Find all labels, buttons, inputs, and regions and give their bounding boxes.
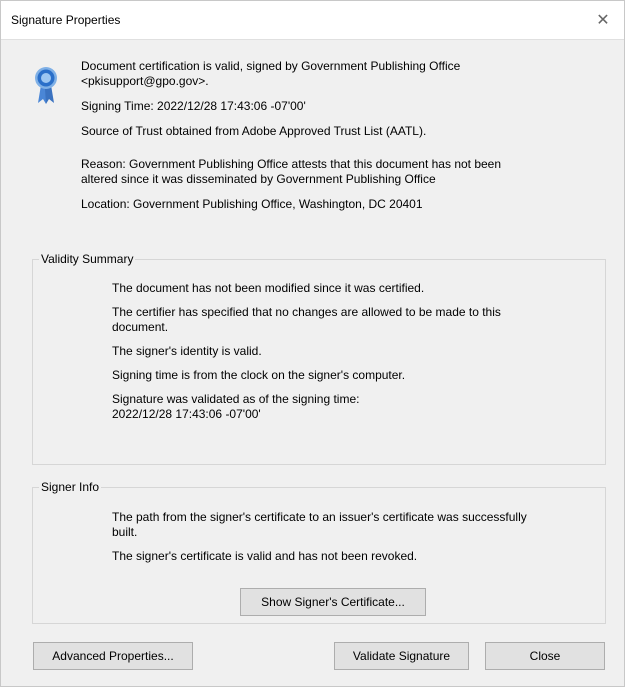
cert-status-line1: Document certification is valid, signed …	[81, 59, 461, 73]
validity-summary-label: Validity Summary	[39, 252, 136, 267]
no-changes-line1: The certifier has specified that no chan…	[112, 305, 501, 319]
signature-properties-dialog: Signature Properties ✕ Document certific…	[0, 0, 625, 687]
no-changes-line2: document.	[112, 320, 169, 334]
location: Location: Government Publishing Office, …	[81, 197, 423, 211]
close-icon[interactable]: ✕	[588, 5, 618, 35]
advanced-properties-button[interactable]: Advanced Properties...	[33, 642, 193, 670]
identity-valid-text: The signer's identity is valid.	[112, 344, 262, 358]
signing-clock-text: Signing time is from the clock on the si…	[112, 368, 406, 382]
trust-source: Source of Trust obtained from Adobe Appr…	[81, 124, 427, 138]
signer-info-group: Signer Info The path from the signer's c…	[32, 480, 606, 624]
close-button[interactable]: Close	[485, 642, 605, 670]
cert-valid-text: The signer's certificate is valid and ha…	[112, 549, 418, 563]
cert-path-line1: The path from the signer's certificate t…	[112, 510, 527, 524]
reason-line2: altered since it was disseminated by Gov…	[81, 172, 436, 186]
signing-time: Signing Time: 2022/12/28 17:43:06 -07'00…	[81, 99, 306, 113]
reason-line1: Reason: Government Publishing Office att…	[81, 157, 502, 171]
validated-as-of-text: Signature was validated as of the signin…	[112, 392, 360, 406]
cert-path-line2: built.	[112, 525, 138, 539]
dialog-title: Signature Properties	[11, 13, 121, 27]
cert-status-line2: <pkisupport@gpo.gov>.	[81, 74, 209, 88]
certification-details: Document certification is valid, signed …	[81, 59, 601, 222]
title-bar: Signature Properties ✕	[1, 1, 624, 40]
signer-info-label: Signer Info	[39, 480, 102, 495]
validity-summary-group: Validity Summary The document has not be…	[32, 252, 606, 465]
show-signer-certificate-button[interactable]: Show Signer's Certificate...	[240, 588, 426, 616]
not-modified-text: The document has not been modified since…	[112, 281, 425, 295]
certification-seal-icon	[35, 67, 57, 104]
validated-time-text: 2022/12/28 17:43:06 -07'00'	[112, 407, 261, 421]
validate-signature-button[interactable]: Validate Signature	[334, 642, 469, 670]
